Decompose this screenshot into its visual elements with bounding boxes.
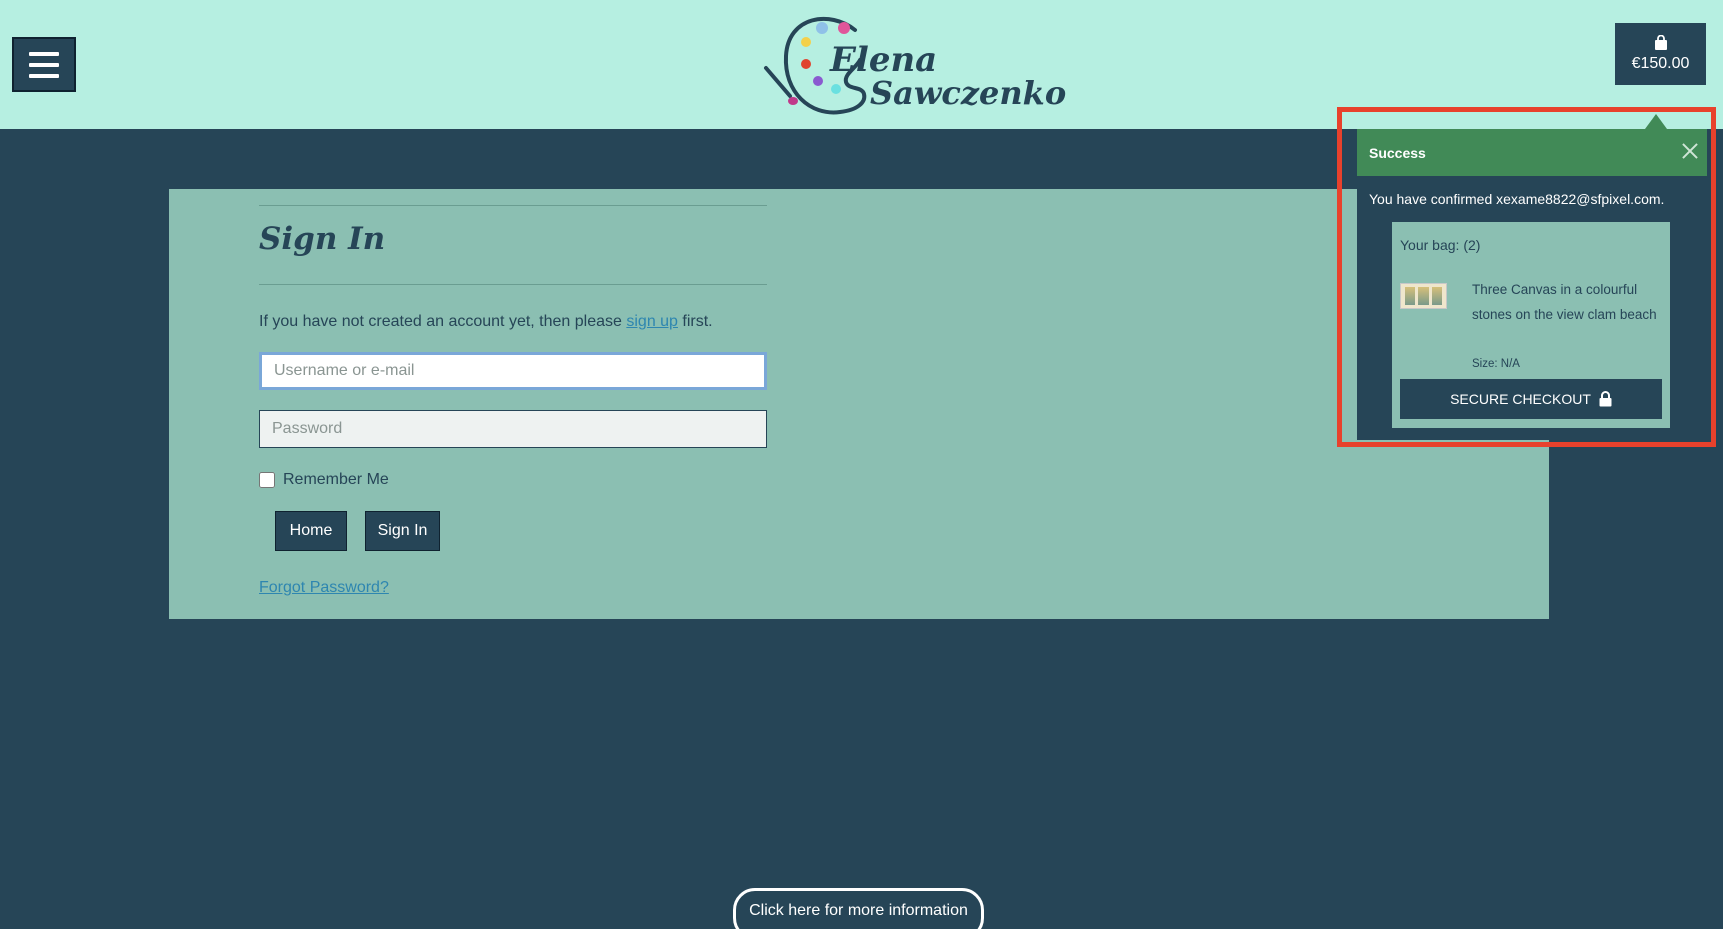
logo-text-last: Sawczenko: [870, 74, 1067, 112]
success-toast: Success You have confirmed xexame8822@sf…: [1357, 129, 1707, 440]
signin-button[interactable]: Sign In: [365, 511, 440, 551]
divider: [259, 284, 767, 285]
checkout-label: SECURE CHECKOUT: [1450, 391, 1591, 407]
secure-checkout-button[interactable]: SECURE CHECKOUT: [1400, 379, 1662, 419]
toast-arrow: [1645, 114, 1667, 129]
bag-summary: Your bag: (2) Three Canvas in a colourfu…: [1392, 222, 1670, 428]
remember-me[interactable]: Remember Me: [259, 471, 389, 489]
forgot-password-link[interactable]: Forgot Password?: [259, 579, 389, 597]
product-thumbnail[interactable]: [1400, 283, 1447, 309]
username-input[interactable]: [259, 352, 767, 390]
toast-title: Success: [1369, 144, 1426, 161]
shopping-bag-button[interactable]: €150.00: [1615, 23, 1706, 85]
signup-link[interactable]: sign up: [626, 313, 678, 330]
divider: [259, 205, 767, 206]
password-input[interactable]: [259, 410, 767, 448]
menu-button[interactable]: [12, 37, 76, 92]
bag-count: Your bag: (2): [1400, 237, 1481, 253]
shopping-bag-icon: [1654, 35, 1667, 50]
toast-header: Success: [1357, 129, 1707, 176]
close-icon[interactable]: [1681, 142, 1699, 160]
more-info-button[interactable]: Click here for more information: [733, 888, 984, 929]
page-title: Sign In: [259, 221, 386, 257]
bag-total: €150.00: [1631, 55, 1690, 72]
lock-icon: [1599, 391, 1612, 407]
toast-message: You have confirmed xexame8822@sfpixel.co…: [1369, 191, 1665, 207]
signup-prompt: If you have not created an account yet, …: [259, 313, 713, 330]
home-button[interactable]: Home: [275, 511, 347, 551]
bag-item-size: Size: N/A: [1472, 358, 1520, 370]
site-logo[interactable]: Elena Sawczenko: [760, 8, 1066, 120]
bag-item-name: Three Canvas in a colourful stones on th…: [1472, 282, 1657, 322]
hamburger-icon: [29, 51, 59, 56]
remember-me-label: Remember Me: [283, 471, 389, 488]
remember-me-checkbox[interactable]: [259, 472, 275, 488]
